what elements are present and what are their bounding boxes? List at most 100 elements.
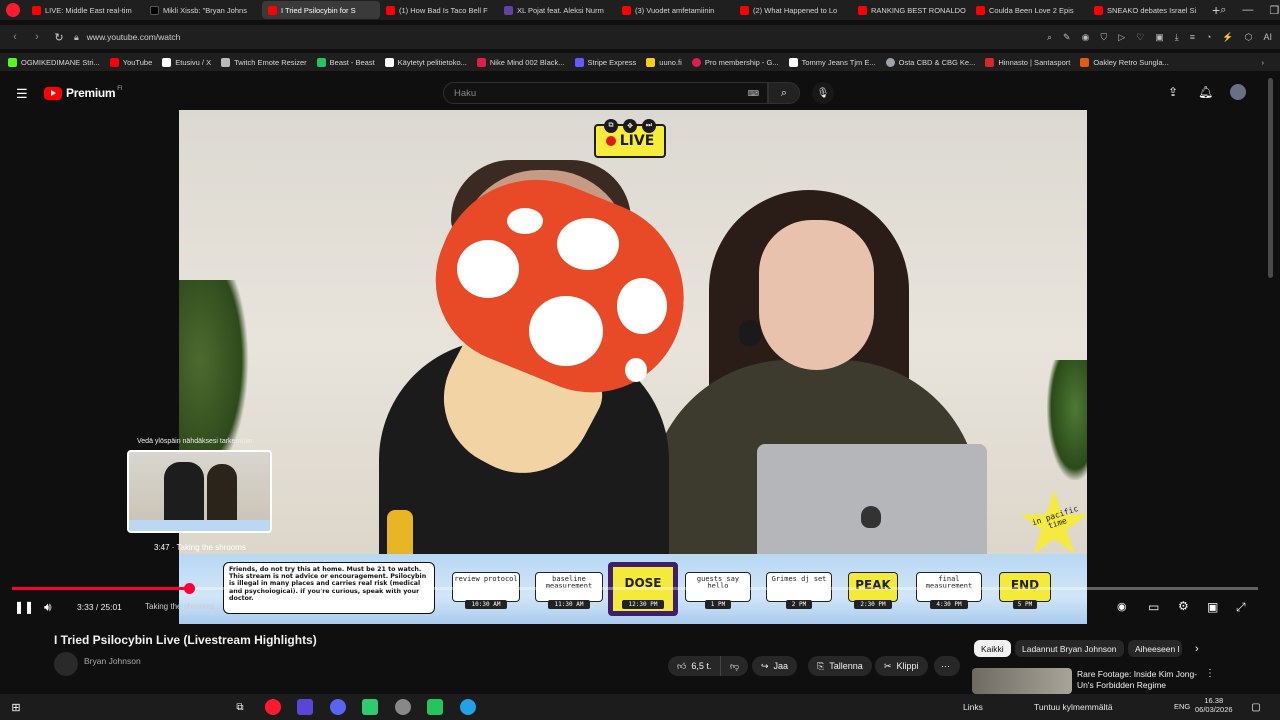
settings-gear-icon[interactable]: ⚙ (1178, 599, 1189, 613)
recommended-thumbnail[interactable] (972, 668, 1072, 694)
filter-chip-channel[interactable]: Ladannut Bryan Johnson (1015, 640, 1124, 657)
progress-bar[interactable] (12, 587, 1258, 590)
save-button[interactable]: ⎘ Tallenna (808, 656, 872, 676)
steam-icon[interactable] (395, 699, 411, 715)
video-player[interactable]: LIVE ⧉ ✥ ⏭ in pacific time Friends, do n… (179, 110, 1087, 624)
browser-logo-icon[interactable] (6, 3, 20, 17)
bookmark-item[interactable]: OGMIKEDIMANE Stri... (8, 57, 100, 67)
browser-tab[interactable]: Coulda Been Love 2 Epis (970, 1, 1088, 19)
ai-icon[interactable]: AI (1263, 32, 1272, 43)
app-icon[interactable] (427, 699, 443, 715)
bookmark-item[interactable]: Osta CBD & CBG Ke... (885, 57, 975, 67)
bookmark-item[interactable]: Etusivu / X (162, 57, 211, 67)
youtube-premium-logo[interactable]: Premium FI (44, 86, 123, 100)
like-button[interactable]: 👍︎ 6,5 t. (668, 656, 721, 676)
page-scrollbar[interactable] (1268, 78, 1273, 278)
bookmark-item[interactable]: Tommy Jeans Tjm E... (788, 57, 876, 67)
more-actions-button[interactable]: ⋯ (934, 656, 960, 676)
browser-tab[interactable]: RANKING BEST RONALDO (852, 1, 970, 19)
task-view-icon[interactable]: ⧉ (232, 699, 248, 715)
browser-tab-active[interactable]: I Tried Psilocybin for S (262, 1, 380, 19)
chapter-title[interactable]: Taking the shrooms (145, 602, 214, 611)
search-input[interactable]: Haku ⌨ (443, 82, 768, 104)
filter-chip-related[interactable]: Aiheeseen l (1128, 640, 1182, 657)
browser-tab[interactable]: SNEAKO debates Israel Si (1088, 1, 1206, 19)
hamburger-menu-icon[interactable]: ☰ (16, 86, 28, 102)
recommended-menu-icon[interactable]: ⋮ (1205, 668, 1215, 679)
language-indicator[interactable]: ENG (1174, 702, 1190, 711)
bookmark-item[interactable]: Pro membership - G... (691, 57, 779, 67)
weather-text[interactable]: Tuntuu kylmemmältä (1034, 702, 1113, 712)
avatar[interactable] (1230, 84, 1246, 100)
back-icon[interactable]: ‹ (8, 31, 22, 43)
theater-mode-icon[interactable]: ▣ (1207, 600, 1218, 614)
system-clock[interactable]: 16.38 06/03/2026 (1195, 696, 1233, 715)
share-button[interactable]: ↪ Jaa (752, 656, 798, 676)
browser-tab[interactable]: LIVE: Middle East real-tim (26, 1, 144, 19)
recommended-title[interactable]: Rare Footage: Inside Kim Jong-Un's Forbi… (1077, 669, 1197, 690)
camera-icon[interactable]: ◉ (1082, 32, 1090, 43)
notifications-bell-icon[interactable]: 🔔︎ (1198, 85, 1213, 99)
search-button[interactable]: ⌕ (768, 82, 800, 104)
box-icon[interactable]: ▣ (1155, 32, 1164, 43)
reload-icon[interactable]: ↻ (52, 31, 66, 44)
heart-icon[interactable]: ♡ (1136, 32, 1144, 43)
player-icon[interactable]: ▷ (1118, 32, 1125, 43)
voice-search-button[interactable]: 🎙︎ (812, 82, 834, 104)
browser-tab[interactable]: (3) Vuodet amfetamiinin (616, 1, 734, 19)
channel-avatar[interactable] (54, 652, 78, 676)
browser-tab[interactable]: (1) How Bad Is Taco Bell F (380, 1, 498, 19)
opera-icon[interactable] (265, 699, 281, 715)
bookmark-item[interactable]: Twitch Emote Resizer (221, 57, 307, 67)
pip-icon[interactable]: ⧉ (604, 119, 618, 133)
minimize-icon[interactable]: — (1242, 4, 1253, 16)
bookmark-item[interactable]: Oakley Retro Sungla... (1080, 57, 1169, 67)
pause-icon[interactable]: ❚❚ (14, 600, 34, 614)
app-icon[interactable] (297, 699, 313, 715)
next-icon[interactable]: ⏭ (642, 119, 656, 133)
extension-icon[interactable]: ⚡ (1222, 32, 1233, 43)
app-icon[interactable] (362, 699, 378, 715)
subtitles-icon[interactable]: ▭ (1148, 600, 1159, 614)
new-tab-icon[interactable]: + (1212, 2, 1220, 18)
browser-tab[interactable]: XL Pojat feat. Aleksi Nurm (498, 1, 616, 19)
discord-icon[interactable] (330, 699, 346, 715)
windows-start-icon[interactable]: ⊞ (8, 699, 24, 715)
bookmarks-overflow-icon[interactable]: › (1262, 58, 1265, 67)
forward-icon[interactable]: › (30, 31, 44, 43)
restore-icon[interactable]: ❐ (1269, 4, 1279, 17)
filter-chip-all[interactable]: Kaikki (974, 640, 1011, 657)
links-toolbar[interactable]: Links (963, 702, 983, 712)
bookmark-item[interactable]: Hinnasto | Santasport (985, 57, 1070, 67)
bookmark-item[interactable]: Beast - Beast (316, 57, 375, 67)
zoom-icon[interactable]: ⌕ (1047, 32, 1052, 43)
url-field[interactable]: 🔒︎ www.youtube.com/watch (74, 26, 1047, 48)
bookmark-item[interactable]: Stripe Express (574, 57, 636, 67)
channel-name[interactable]: Bryan Johnson (84, 656, 141, 666)
bookmark-item[interactable]: Käytetyt pelitietoko... (384, 57, 467, 67)
move-icon[interactable]: ✥ (623, 119, 637, 133)
keyboard-icon[interactable]: ⌨ (747, 89, 759, 98)
profile-icon[interactable]: ◔ (1206, 32, 1211, 43)
menu-icon[interactable]: ≡ (1190, 32, 1195, 43)
browser-tab[interactable]: Mikli Xissb: "Bryan Johns (144, 1, 262, 19)
volume-icon[interactable]: 🔊︎ (44, 600, 52, 615)
search-tabs-icon[interactable]: ⌕ (1220, 4, 1226, 17)
clip-button[interactable]: ✂ Klippi (875, 656, 928, 676)
edge-icon[interactable] (460, 699, 476, 715)
notification-center-icon[interactable]: ▢ (1248, 699, 1264, 715)
browser-tab[interactable]: (2) What Happened to Lo (734, 1, 852, 19)
edit-icon[interactable]: ✎ (1063, 32, 1071, 43)
lock-icon[interactable]: 🔒︎ (74, 32, 79, 43)
bookmark-item[interactable]: YouTube (109, 57, 152, 67)
shield-icon[interactable]: ⛉ (1100, 32, 1107, 43)
upload-icon[interactable]: ⇪ (1168, 85, 1178, 99)
autoplay-toggle-icon[interactable]: ◉ (1117, 600, 1127, 613)
progress-scrubber[interactable] (184, 583, 195, 594)
fullscreen-icon[interactable]: ⤢ (1236, 600, 1246, 615)
chips-next-icon[interactable]: › (1195, 643, 1199, 655)
dislike-button[interactable]: 👎︎ (720, 656, 749, 676)
cube-icon[interactable]: ⬡ (1245, 32, 1253, 43)
bookmark-item[interactable]: uuno.fi (646, 57, 682, 67)
download-icon[interactable]: ⤓ (1175, 32, 1179, 43)
